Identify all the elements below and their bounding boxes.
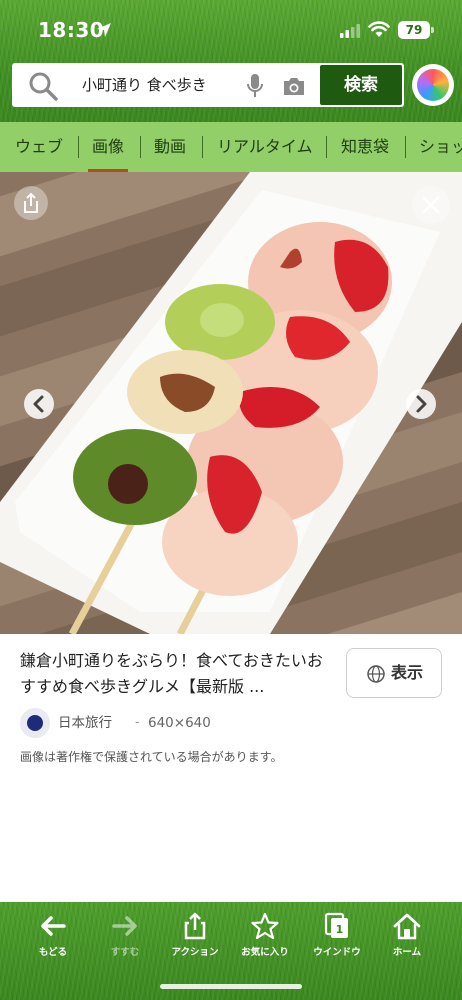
home-button[interactable]: ホーム xyxy=(372,912,442,962)
back-label: もどる xyxy=(38,947,68,958)
search-type-tabs: ウェブ 画像 動画 リアルタイム 知恵袋 ショッ xyxy=(0,122,462,172)
search-bar[interactable]: 小町通り 食べ歩き 検索 xyxy=(12,63,404,107)
location-arrow-icon xyxy=(97,23,111,37)
chevron-right-icon xyxy=(416,395,427,413)
view-page-button[interactable]: 表示 xyxy=(346,648,442,698)
favorites-button[interactable]: お気に入り xyxy=(230,912,300,962)
action-button[interactable]: アクション xyxy=(160,912,230,962)
tab-chiebukuro[interactable]: 知恵袋 xyxy=(341,122,389,172)
next-image-button[interactable] xyxy=(406,389,436,419)
result-image[interactable] xyxy=(0,172,462,634)
action-label: アクション xyxy=(171,947,219,958)
view-button-label: 表示 xyxy=(391,663,424,682)
tab-shopping[interactable]: ショッ xyxy=(419,122,462,172)
battery-indicator: 79 xyxy=(398,21,434,39)
star-icon xyxy=(251,912,279,940)
status-bar: 18:30 79 xyxy=(0,0,462,56)
search-button[interactable]: 検索 xyxy=(320,65,402,105)
tab-images[interactable]: 画像 xyxy=(87,122,129,172)
tab-divider xyxy=(78,136,79,158)
result-title[interactable]: 鎌倉小町通りをぶらり！食べておきたいおすすめ食べ歩きグルメ【最新版 ... xyxy=(20,648,332,700)
home-indicator[interactable] xyxy=(160,984,302,989)
search-icon xyxy=(29,72,58,101)
status-time: 18:30 xyxy=(38,18,105,42)
forward-label: すすむ xyxy=(110,947,140,958)
chevron-left-icon xyxy=(33,395,44,413)
image-dimensions: 640×640 xyxy=(148,715,211,731)
search-input[interactable]: 小町通り 食べ歩き xyxy=(82,63,207,107)
ai-assistant-icon[interactable] xyxy=(412,64,454,106)
tab-web[interactable]: ウェブ xyxy=(15,122,63,172)
previous-image-button[interactable] xyxy=(24,389,54,419)
windows-count: 1 xyxy=(336,923,344,936)
forward-button[interactable]: すすむ xyxy=(90,912,160,962)
wifi-icon xyxy=(368,21,390,37)
windows-label: ウインドウ xyxy=(313,947,361,958)
back-button[interactable]: もどる xyxy=(18,912,88,962)
tab-videos[interactable]: 動画 xyxy=(154,122,186,172)
camera-icon[interactable] xyxy=(282,75,306,97)
share-icon xyxy=(24,192,38,213)
windows-icon: 1 xyxy=(324,912,348,938)
favorites-label: お気に入り xyxy=(241,947,289,958)
back-arrow-icon xyxy=(41,916,66,936)
copyright-notice: 画像は著作権で保護されている場合があります。 xyxy=(20,750,283,764)
tab-realtime[interactable]: リアルタイム xyxy=(217,122,313,172)
cellular-signal-icon xyxy=(340,24,360,38)
forward-arrow-icon xyxy=(112,916,137,936)
tab-divider xyxy=(202,136,203,158)
source-separator: - xyxy=(135,715,140,730)
share-icon xyxy=(184,912,206,940)
windows-button[interactable]: 1 ウインドウ xyxy=(302,912,372,962)
close-icon xyxy=(422,196,440,214)
source-logo xyxy=(20,708,50,738)
tab-divider xyxy=(326,136,327,158)
close-image-button[interactable] xyxy=(412,186,450,224)
globe-icon xyxy=(367,665,385,683)
home-label: ホーム xyxy=(392,947,422,958)
tab-divider xyxy=(140,136,141,158)
source-name[interactable]: 日本旅行 xyxy=(58,708,112,738)
share-image-button[interactable] xyxy=(14,186,48,220)
tab-divider xyxy=(405,136,406,158)
home-icon xyxy=(393,913,421,940)
microphone-icon[interactable] xyxy=(246,73,264,99)
